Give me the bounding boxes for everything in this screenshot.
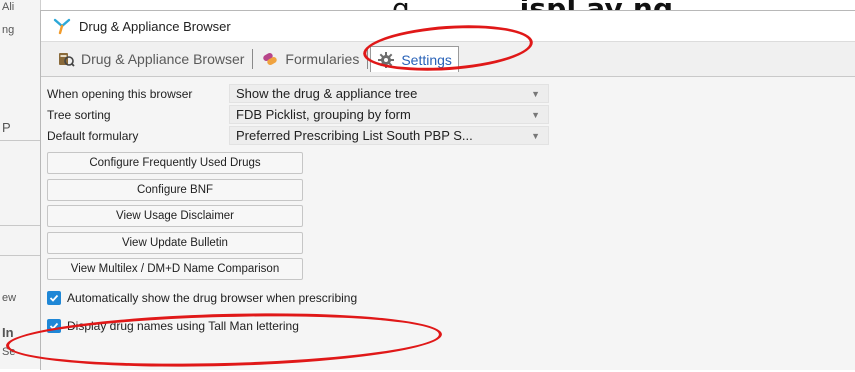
checkbox-label: Automatically show the drug browser when…	[67, 291, 358, 305]
configure-frequently-used-drugs-button[interactable]: Configure Frequently Used Drugs	[47, 152, 303, 174]
tab-separator	[252, 49, 254, 69]
background-fragment: ew	[2, 292, 17, 304]
background-fragment: Ali	[2, 1, 15, 13]
chevron-down-icon: ▼	[531, 88, 540, 99]
default-formulary-select[interactable]: Preferred Prescribing List South PBP S..…	[229, 126, 549, 145]
opening-behaviour-select[interactable]: Show the drug & appliance tree ▼	[229, 84, 549, 103]
background-fragment: Se	[2, 346, 16, 358]
select-value: Preferred Prescribing List South PBP S..…	[236, 128, 473, 143]
setting-row-default-formulary: Default formulary Preferred Prescribing …	[47, 125, 855, 146]
setting-label: When opening this browser	[47, 86, 193, 101]
background-divider	[0, 225, 40, 226]
view-usage-disclaimer-button[interactable]: View Usage Disclaimer	[47, 205, 303, 227]
window-titlebar: Drug & Appliance Browser	[41, 11, 855, 42]
settings-panel: When opening this browser Show the drug …	[41, 77, 855, 337]
gear-icon	[378, 51, 395, 68]
settings-buttons: Configure Frequently Used Drugs Configur…	[47, 152, 855, 280]
formulary-icon	[263, 53, 278, 65]
background-fragment: In	[2, 325, 14, 340]
tall-man-lettering-option: Display drug names using Tall Man letter…	[47, 315, 855, 337]
app-logo-icon	[53, 18, 71, 35]
settings-checkboxes: Automatically show the drug browser when…	[47, 287, 855, 337]
configure-bnf-button[interactable]: Configure BNF	[47, 178, 303, 201]
tab-formularies[interactable]: Formularies	[255, 46, 365, 72]
tab-bar: Drug & Appliance Browser Formularies Set…	[41, 42, 855, 77]
background-fragment: P	[2, 120, 11, 135]
tab-label: Settings	[401, 51, 452, 68]
background-window: Ali ng P ew In Se	[0, 0, 41, 369]
tall-man-lettering-checkbox[interactable]	[47, 319, 61, 333]
drug-appliance-browser-window: Drug & Appliance Browser Drug & Applianc…	[40, 10, 855, 370]
auto-show-browser-option: Automatically show the drug browser when…	[47, 287, 855, 309]
checkbox-label: Display drug names using Tall Man letter…	[67, 319, 299, 333]
tab-separator	[367, 49, 369, 69]
view-name-comparison-button[interactable]: View Multilex / DM+D Name Comparison	[47, 258, 303, 280]
setting-label: Tree sorting	[47, 107, 111, 122]
select-value: Show the drug & appliance tree	[236, 86, 418, 101]
checkmark-icon	[49, 322, 59, 330]
auto-show-browser-checkbox[interactable]	[47, 291, 61, 305]
background-divider	[0, 140, 40, 141]
select-value: FDB Picklist, grouping by form	[236, 107, 411, 122]
chevron-down-icon: ▼	[531, 109, 540, 120]
tab-label: Drug & Appliance Browser	[81, 51, 245, 67]
window-title: Drug & Appliance Browser	[79, 18, 231, 34]
tab-settings[interactable]: Settings	[370, 46, 459, 72]
drug-browser-icon	[59, 53, 75, 67]
setting-row-tree-sorting: Tree sorting FDB Picklist, grouping by f…	[47, 104, 855, 125]
checkmark-icon	[49, 294, 59, 302]
tab-drug-appliance-browser[interactable]: Drug & Appliance Browser	[51, 46, 250, 72]
view-update-bulletin-button[interactable]: View Update Bulletin	[47, 231, 303, 254]
tree-sorting-select[interactable]: FDB Picklist, grouping by form ▼	[229, 105, 549, 124]
tab-label: Formularies	[285, 51, 360, 67]
background-divider	[0, 255, 40, 256]
setting-row-opening: When opening this browser Show the drug …	[47, 83, 855, 104]
background-fragment: ng	[2, 24, 15, 36]
chevron-down-icon: ▼	[531, 130, 540, 141]
setting-label: Default formulary	[47, 128, 139, 143]
